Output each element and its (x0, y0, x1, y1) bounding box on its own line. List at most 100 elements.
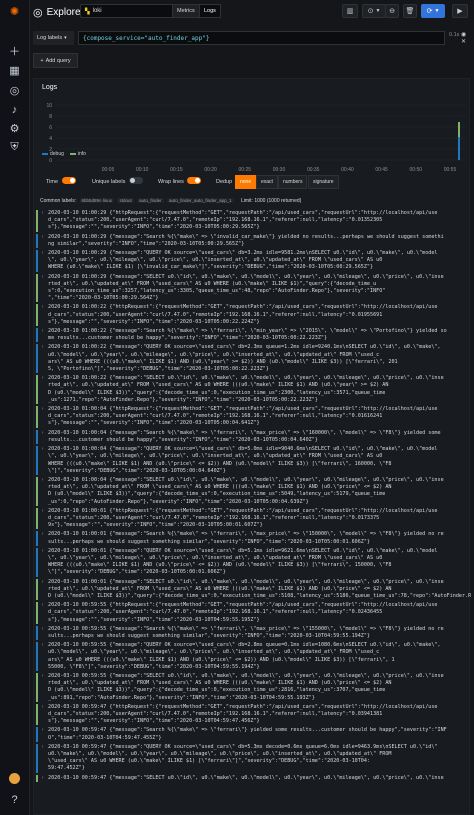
graph-legend: debug info (42, 151, 86, 157)
log-row[interactable]: › 2020-03-10 01:00:01 {"message":"Search … (34, 531, 471, 546)
help-icon[interactable]: ? (8, 793, 21, 806)
unique-labels-toggle[interactable] (129, 177, 143, 184)
chevron-right-icon[interactable]: › (41, 727, 44, 734)
x-axis: 00:05 00:10 00:15 00:20 00:25 00:30 00:35 00:40… (102, 167, 457, 173)
common-label-chip[interactable]: auto_finder (137, 198, 164, 203)
log-row[interactable]: › 2020-03-10 01:00:01 {"httpRequest":{"re… (34, 507, 471, 530)
chevron-right-icon[interactable]: › (41, 375, 44, 382)
dedup-numbers[interactable]: numbers (278, 175, 308, 189)
run-query-button[interactable]: ⟳ ▼ (421, 4, 445, 18)
dashboards-icon[interactable]: ▦ (8, 64, 21, 77)
legend-item-info[interactable]: info (69, 151, 86, 157)
log-row[interactable]: › 2020-03-10 00:59:47 {"message":"QUERY O… (34, 743, 471, 773)
chevron-right-icon[interactable]: › (41, 304, 44, 311)
chevron-right-icon[interactable]: › (41, 234, 44, 241)
chevron-right-icon[interactable]: › (41, 477, 44, 484)
chevron-right-icon[interactable]: › (41, 274, 44, 281)
log-row[interactable]: › 2020-03-10 01:00:04 {"httpRequest":{"re… (34, 406, 471, 428)
chevron-right-icon[interactable]: › (41, 626, 44, 633)
grafana-logo-icon[interactable]: ✺ (8, 5, 21, 18)
chevron-right-icon[interactable]: › (41, 430, 44, 437)
log-row[interactable]: › 2020-03-10 00:59:47 {"message":"SELECT … (34, 774, 471, 782)
log-line: 2020-03-10 00:59:55 {"message":"Search %… (48, 626, 469, 633)
chevron-right-icon[interactable]: › (41, 548, 44, 555)
chevron-right-icon[interactable]: › (41, 775, 44, 782)
zoom-out-button[interactable]: ⊖ (385, 4, 399, 18)
explore-compass-icon: ◎ (33, 7, 43, 19)
log-line: D (u0.\"model\" ILIKE $3))","query":{"de… (48, 491, 469, 498)
log-row[interactable]: › 2020-03-10 01:00:01 {"message":"QUERY O… (34, 547, 471, 577)
chevron-right-icon[interactable]: › (41, 250, 44, 257)
log-row[interactable]: › 2020-03-10 01:00:22 {"httpRequest":{"re… (34, 304, 471, 327)
chevron-right-icon[interactable]: › (41, 704, 44, 711)
remove-query-icon[interactable]: ✕ (461, 39, 466, 45)
log-row[interactable]: › 2020-03-10 01:00:29 {"httpRequest":{"re… (34, 210, 471, 232)
server-admin-shield-icon[interactable]: ⛨ (8, 141, 21, 154)
dedup-none[interactable]: none (235, 175, 257, 189)
log-line: 2020-03-10 00:59:55 {"httpRequest":{"req… (48, 602, 469, 609)
chevron-right-icon[interactable]: › (41, 531, 44, 538)
dedup-signature[interactable]: signature (308, 175, 339, 189)
chevron-right-icon[interactable]: › (41, 744, 44, 751)
chevron-right-icon[interactable]: › (41, 579, 44, 586)
chevron-right-icon[interactable]: › (41, 642, 44, 649)
log-timestamp: 2020-03-10 00:59:55 (48, 672, 107, 679)
plus-icon[interactable]: ＋ (8, 44, 21, 58)
log-row[interactable]: › 2020-03-10 01:00:04 {"message":"QUERY O… (34, 446, 471, 475)
log-message: {"httpRequest":{"requestMethod":"GET","r… (109, 406, 438, 413)
log-row[interactable]: › 2020-03-10 01:00:04 {"message":"Search … (34, 429, 471, 445)
add-query-button[interactable]: + Add query (33, 53, 78, 68)
log-row[interactable]: › 2020-03-10 01:00:29 {"message":"QUERY O… (34, 250, 471, 272)
time-toggle[interactable] (62, 177, 76, 184)
log-row[interactable]: › 2020-03-10 00:59:47 {"message":"Search … (34, 727, 471, 742)
log-row[interactable]: › 2020-03-10 01:00:22 {"message":"QUERY O… (34, 344, 471, 374)
tab-metrics[interactable]: Metrics (172, 4, 200, 18)
log-row[interactable]: › 2020-03-10 00:59:55 {"message":"SELECT … (34, 672, 471, 702)
chevron-right-icon[interactable]: › (41, 508, 44, 515)
chevron-right-icon[interactable]: › (41, 602, 44, 609)
legend-label: debug (50, 151, 64, 157)
query-input[interactable]: {compose_service="auto_finder_app"} (78, 31, 445, 45)
log-message: s"},"message":"","severity":"INFO","time… (48, 616, 260, 623)
logs-panel: Logs 10 8 6 4 2 0 00:05 00:10 00:15 00:20 00… (33, 78, 471, 815)
split-button[interactable]: ▥ (342, 4, 358, 18)
hide-query-icon[interactable]: ◉ (461, 32, 466, 38)
chevron-right-icon[interactable]: › (41, 406, 44, 413)
configuration-gear-icon[interactable]: ⚙ (8, 122, 21, 135)
log-row[interactable]: › 2020-03-10 01:00:22 {"message":"Search … (34, 328, 471, 343)
log-row[interactable]: › 2020-03-10 01:00:22 {"message":"SELECT … (34, 375, 471, 405)
log-row[interactable]: › 2020-03-10 00:59:55 {"httpRequest":{"re… (34, 602, 471, 624)
live-tail-button[interactable]: ▶ (452, 4, 468, 18)
log-message: rted_at\", u0.\"updated_at\" FROM \"used… (48, 280, 377, 287)
log-row[interactable]: › 2020-03-10 00:59:47 {"httpRequest":{"re… (34, 703, 471, 726)
log-level-indicator (36, 304, 38, 327)
tab-logs[interactable]: Logs (199, 4, 221, 18)
alerting-bell-icon[interactable]: ♪ (8, 103, 21, 116)
log-message: {"message":"QUERY OK source=\"used_cars\… (109, 344, 441, 351)
chevron-right-icon[interactable]: › (41, 673, 44, 680)
log-row[interactable]: › 2020-03-10 00:59:55 {"message":"QUERY O… (34, 642, 471, 671)
legend-item-debug[interactable]: debug (42, 151, 64, 157)
log-row[interactable]: › 2020-03-10 01:00:29 {"message":"Search … (34, 233, 471, 249)
common-label-chip[interactable]: 6bb5d89c-linux (79, 198, 115, 203)
explore-compass-icon[interactable]: ◎ (8, 84, 21, 97)
log-line: D (u0.\"model\" ILIKE $3))","query":{"de… (48, 390, 469, 397)
chevron-right-icon[interactable]: › (41, 328, 44, 335)
common-label-chip[interactable]: stdout (117, 198, 134, 203)
user-avatar[interactable] (9, 773, 20, 784)
wrap-lines-toggle[interactable] (187, 177, 201, 184)
log-row[interactable]: › 2020-03-10 01:00:04 {"message":"SELECT … (34, 476, 471, 506)
log-labels-button[interactable]: Log labels ▾ (33, 31, 74, 45)
common-label-chip[interactable]: auto_finder_auto_finder_app_1 (167, 198, 234, 203)
log-line: rted_at\", u0.\"updated_at\" FROM \"used… (48, 484, 469, 491)
log-row[interactable]: › 2020-03-10 01:00:01 {"message":"SELECT … (34, 578, 471, 601)
time-picker-button[interactable]: ⊙ ▼ (362, 4, 386, 18)
chevron-right-icon[interactable]: › (41, 344, 44, 351)
limit-label: Limit: 1000 (1000 returned) (240, 198, 302, 204)
dedup-exact[interactable]: exact (256, 175, 278, 189)
clear-all-button[interactable]: 🗑 (403, 4, 417, 18)
log-row[interactable]: › 2020-03-10 01:00:29 {"message":"SELECT … (34, 273, 471, 303)
chevron-right-icon[interactable]: › (41, 446, 44, 453)
chevron-right-icon[interactable]: › (41, 210, 44, 217)
log-row[interactable]: › 2020-03-10 00:59:55 {"message":"Search … (34, 625, 471, 641)
